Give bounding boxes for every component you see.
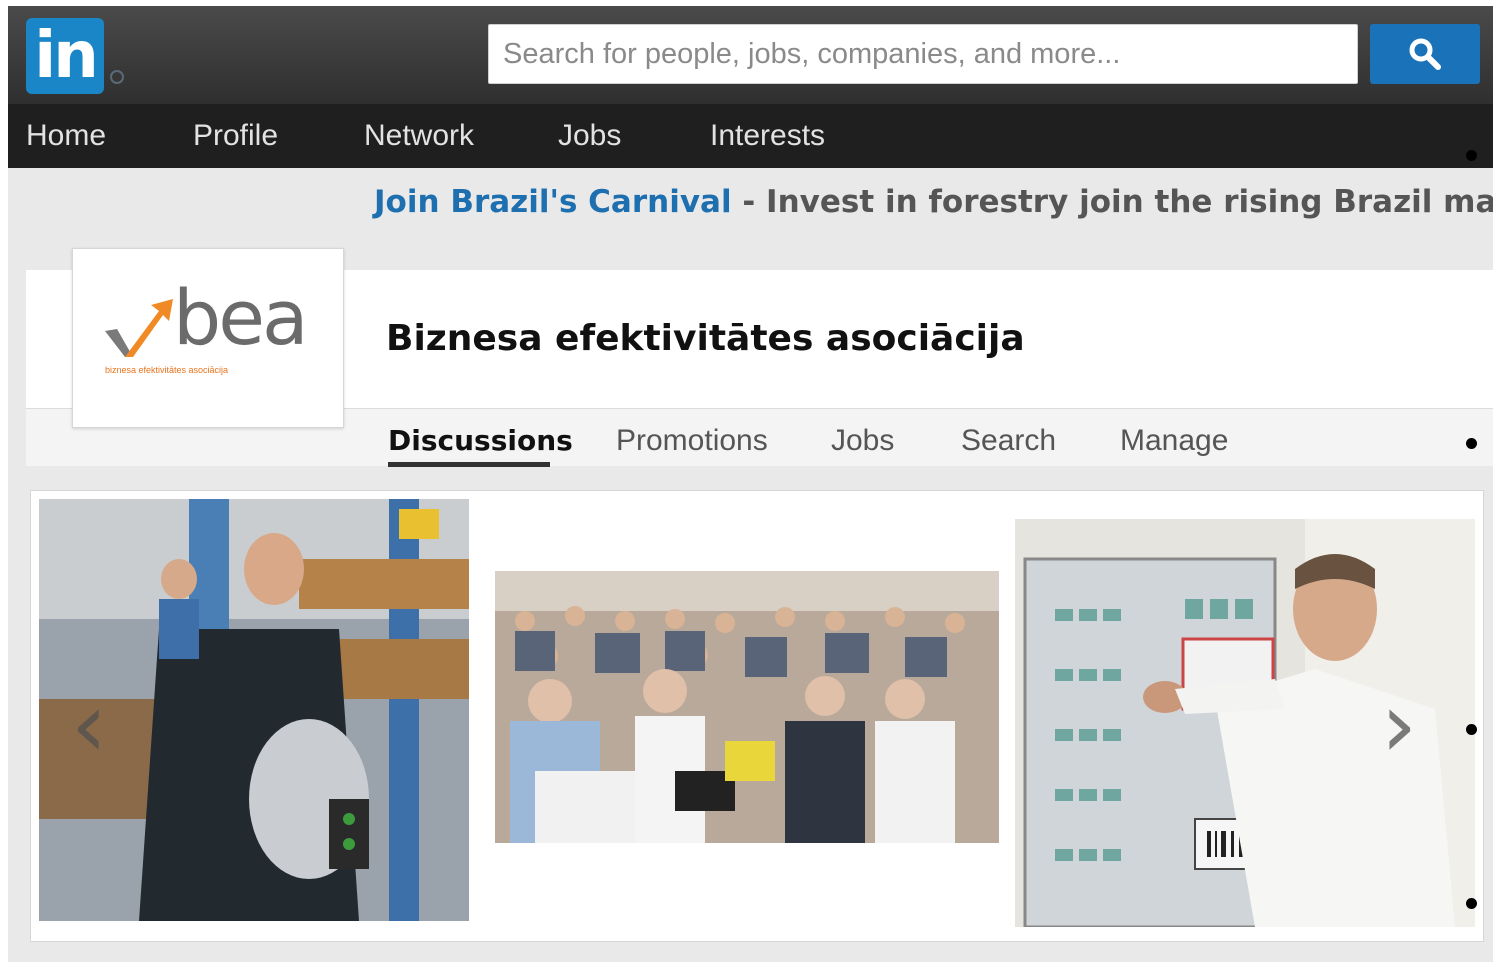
bullet-marker: [1466, 724, 1477, 735]
bullet-marker: [1466, 898, 1477, 909]
sponsored-ad[interactable]: Join Brazil's Carnival - Invest in fores…: [374, 184, 1493, 220]
photo-carousel: ‹ ›: [30, 490, 1484, 942]
tab-jobs[interactable]: Jobs: [831, 418, 894, 464]
search-icon: [1409, 38, 1441, 70]
audience-scene-image: [495, 571, 999, 843]
main-nav: Home Profile Network Jobs Interests: [8, 104, 1493, 168]
registered-mark-icon: [110, 70, 124, 84]
nav-profile[interactable]: Profile: [193, 104, 278, 168]
top-bar: in: [8, 6, 1493, 104]
ad-separator: -: [731, 184, 767, 220]
nav-interests[interactable]: Interests: [710, 104, 825, 168]
ad-link[interactable]: Join Brazil's Carnival: [374, 184, 732, 220]
tab-manage[interactable]: Manage: [1120, 418, 1228, 464]
conference-audience-photo[interactable]: [495, 571, 999, 843]
group-logo[interactable]: bea biznesa efektivitātes asociācija: [72, 248, 344, 428]
search-button[interactable]: [1370, 24, 1480, 84]
nav-network[interactable]: Network: [364, 104, 474, 168]
tab-discussions[interactable]: Discussions: [388, 418, 573, 464]
tab-search[interactable]: Search: [961, 418, 1056, 464]
search-input[interactable]: [488, 24, 1358, 84]
linkedin-logo[interactable]: in: [26, 18, 104, 94]
group-logo-subtitle: biznesa efektivitātes asociācija: [105, 365, 229, 375]
bullet-marker: [1466, 150, 1477, 161]
carousel-prev-arrow-icon[interactable]: ‹: [71, 681, 107, 771]
tab-promotions[interactable]: Promotions: [616, 418, 768, 464]
group-logo-text: bea: [173, 273, 309, 362]
ad-text: Invest in forestry join the rising Brazi…: [766, 184, 1493, 220]
active-tab-indicator: [388, 462, 550, 467]
linkedin-page: in Home Profile Network Jobs Interests J…: [8, 6, 1493, 962]
bea-check-arrow-icon: [105, 299, 173, 357]
bullet-marker: [1466, 438, 1477, 449]
carousel-next-arrow-icon[interactable]: ›: [1381, 681, 1417, 771]
nav-jobs[interactable]: Jobs: [558, 104, 621, 168]
nav-home[interactable]: Home: [26, 104, 106, 168]
group-title: Biznesa efektivitātes asociācija: [386, 318, 1025, 359]
